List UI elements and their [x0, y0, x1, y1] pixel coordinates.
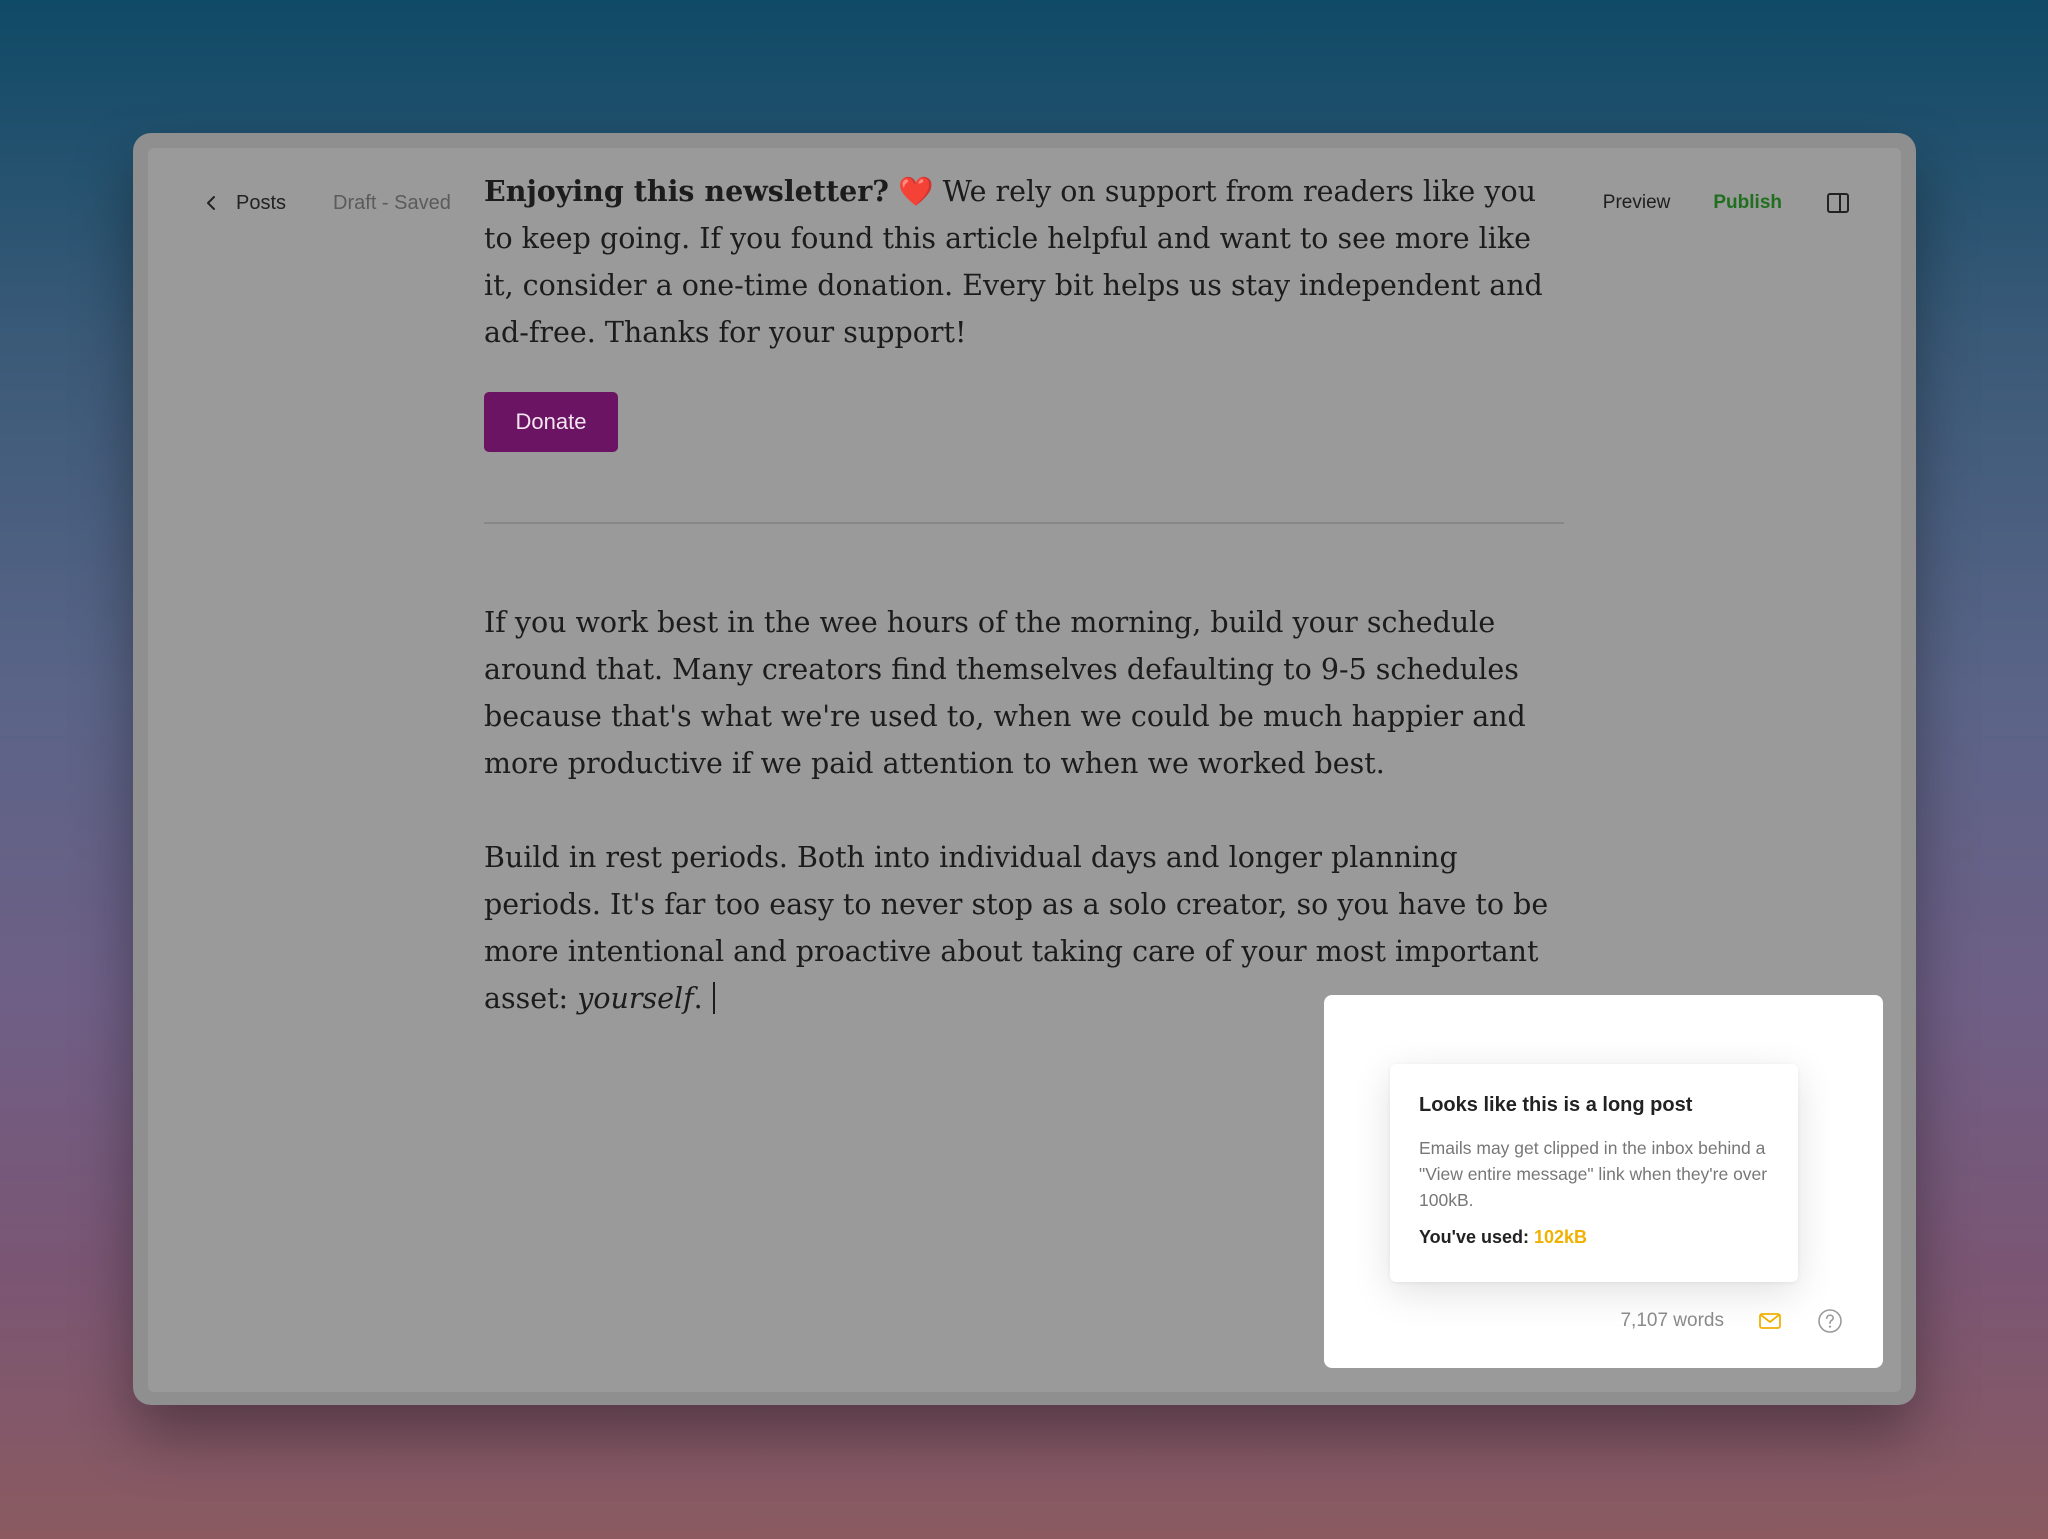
notice-used-value: 102kB [1533, 1227, 1588, 1247]
paragraph-2-italic: yourself [577, 982, 694, 1015]
header-left: Posts Draft - Saved [200, 188, 451, 218]
footer-panel: Looks like this is a long post Emails ma… [1324, 995, 1883, 1368]
preview-button[interactable]: Preview [1603, 192, 1671, 214]
cta-paragraph: Enjoying this newsletter? ❤️ We rely on … [484, 168, 1564, 356]
cta-bold: Enjoying this newsletter? [484, 174, 889, 208]
notice-used-label: You've used: [1419, 1227, 1534, 1247]
chevron-left-icon[interactable] [200, 192, 222, 214]
notice-body: Emails may get clipped in the inbox behi… [1419, 1138, 1768, 1210]
word-count: 7,107 words [1620, 1310, 1724, 1331]
post-editor[interactable]: Enjoying this newsletter? ❤️ We rely on … [484, 168, 1564, 1022]
publish-button[interactable]: Publish [1713, 192, 1782, 214]
notice-usage: You've used: 102kB [1419, 1227, 1768, 1248]
paragraph-2: Build in rest periods. Both into individ… [484, 834, 1564, 1022]
paragraph-2-end: . [693, 982, 703, 1015]
back-to-posts-link[interactable]: Posts [236, 192, 286, 215]
text-cursor [712, 982, 715, 1014]
long-post-notice: Looks like this is a long post Emails ma… [1390, 1064, 1798, 1282]
sidebar-toggle-icon[interactable] [1825, 190, 1851, 216]
draft-status: Draft - Saved [333, 191, 451, 214]
heart-emoji: ❤️ [898, 175, 934, 208]
paragraph-1: If you work best in the wee hours of the… [484, 606, 1526, 780]
footer-row: 7,107 words [1620, 1306, 1843, 1336]
help-circle-icon[interactable] [1817, 1308, 1843, 1334]
donate-button[interactable]: Donate [484, 392, 618, 452]
email-icon[interactable] [1758, 1309, 1782, 1333]
divider [484, 522, 1564, 524]
header-right: Preview Publish [1603, 186, 1851, 220]
notice-title: Looks like this is a long post [1419, 1094, 1693, 1116]
